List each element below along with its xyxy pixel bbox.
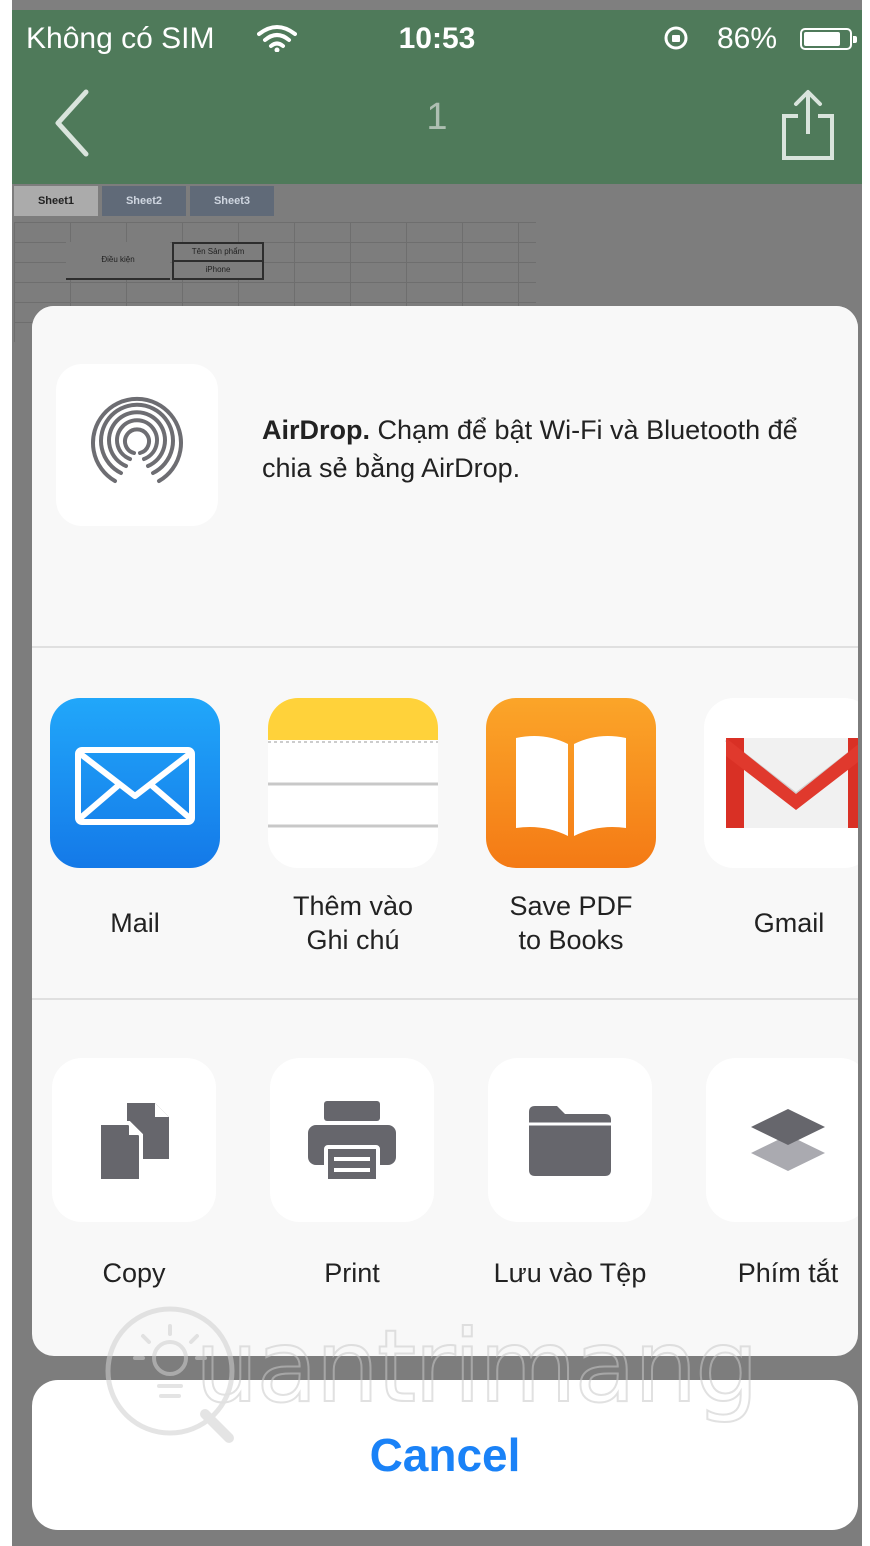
books-icon bbox=[486, 698, 656, 868]
tab-sheet2[interactable]: Sheet2 bbox=[102, 186, 186, 216]
action-label: Copy bbox=[102, 1258, 166, 1288]
share-app-label: Gmail bbox=[753, 908, 825, 938]
airdrop-icon bbox=[91, 396, 183, 483]
share-app-mail[interactable]: Mail bbox=[50, 698, 220, 958]
action-print[interactable]: Print bbox=[270, 1058, 434, 1289]
airdrop-message: AirDrop. Chạm để bật Wi-Fi và Bluetooth … bbox=[262, 411, 822, 487]
nav-bar: 1 bbox=[12, 70, 862, 180]
share-app-label: Thêm vào Ghi chú bbox=[292, 891, 414, 955]
product-name-cell: Tên Sản phẩm bbox=[172, 242, 264, 262]
status-bar: Không có SIM 10:53 86% bbox=[12, 10, 862, 66]
apps-row: Mail Thêm vào Ghi chú Save PDF to Books … bbox=[32, 648, 858, 998]
share-icon[interactable] bbox=[780, 88, 836, 167]
share-app-books[interactable]: Save PDF to Books bbox=[486, 698, 656, 958]
cancel-button[interactable]: Cancel bbox=[32, 1380, 858, 1530]
mail-icon bbox=[50, 698, 220, 868]
airdrop-button[interactable] bbox=[56, 364, 218, 526]
battery-percent: 86% bbox=[717, 22, 778, 55]
screen: Không có SIM 10:53 86% 1 Sheet1 Sheet2 S… bbox=[0, 0, 870, 1546]
sheet-tabs: Sheet1 Sheet2 Sheet3 bbox=[14, 186, 278, 216]
actions-row: Copy Print Lưu vào Tệp Phím tắt bbox=[32, 1000, 858, 1356]
tab-sheet3[interactable]: Sheet3 bbox=[190, 186, 274, 216]
action-copy[interactable]: Copy bbox=[52, 1058, 216, 1289]
product-value-cell: iPhone bbox=[172, 260, 264, 280]
tab-sheet1[interactable]: Sheet1 bbox=[14, 186, 98, 216]
top-bar: Không có SIM 10:53 86% 1 bbox=[12, 10, 862, 184]
orientation-lock-icon bbox=[662, 24, 690, 60]
action-label: Print bbox=[324, 1258, 380, 1288]
share-app-label: Mail bbox=[110, 908, 160, 938]
folder-icon bbox=[488, 1058, 652, 1222]
print-icon bbox=[270, 1058, 434, 1222]
action-label: Phím tắt bbox=[737, 1258, 839, 1288]
airdrop-row: AirDrop. Chạm để bật Wi-Fi và Bluetooth … bbox=[32, 306, 858, 646]
airdrop-title: AirDrop. bbox=[262, 415, 370, 445]
share-app-label: Save PDF to Books bbox=[509, 891, 633, 955]
gmail-icon bbox=[704, 698, 858, 868]
share-app-notes[interactable]: Thêm vào Ghi chú bbox=[268, 698, 438, 958]
page-title: 1 bbox=[426, 96, 448, 138]
action-shortcuts[interactable]: Phím tắt bbox=[706, 1058, 858, 1289]
shortcuts-icon bbox=[706, 1058, 858, 1222]
notes-icon bbox=[268, 698, 438, 868]
action-label: Lưu vào Tệp bbox=[493, 1258, 647, 1288]
copy-icon bbox=[52, 1058, 216, 1222]
action-save-to-files[interactable]: Lưu vào Tệp bbox=[488, 1058, 652, 1289]
share-sheet: AirDrop. Chạm để bật Wi-Fi và Bluetooth … bbox=[32, 306, 858, 1356]
condition-cell: Điều kiện bbox=[66, 242, 170, 280]
battery-icon bbox=[800, 28, 857, 50]
share-app-gmail[interactable]: Gmail bbox=[704, 698, 858, 958]
